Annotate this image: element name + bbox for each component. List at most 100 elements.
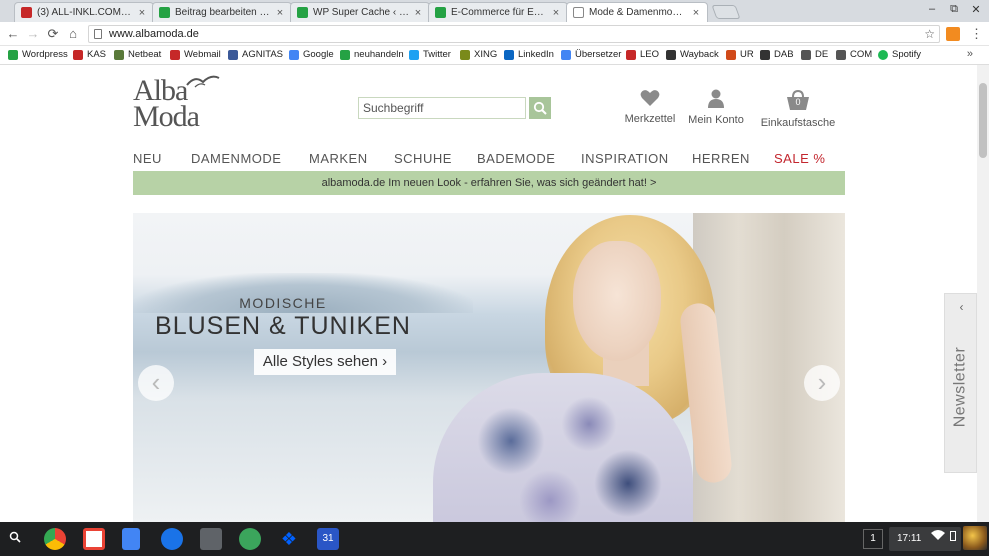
os-shelf: ❖ 31 1 17:11 [0,522,989,556]
close-icon[interactable]: × [551,7,561,19]
bookmark-wayback[interactable]: Wayback [666,49,719,60]
bookmark-uebersetzer[interactable]: Übersetzer [561,49,621,60]
close-icon[interactable]: × [137,7,147,19]
hero-banner[interactable]: MODISCHE BLUSEN & TUNIKEN Alle Styles se… [133,213,845,522]
scrollbar-thumb[interactable] [979,83,987,158]
play-app-icon[interactable] [239,528,261,550]
search-input[interactable]: Suchbegriff [358,97,526,119]
page-info-icon[interactable] [94,29,102,39]
files-app-icon[interactable] [161,528,183,550]
search-icon [533,101,547,115]
bookmark-google[interactable]: Google [289,49,334,60]
nav-item-neu[interactable]: NEU [133,151,162,166]
bookmark-star-icon[interactable]: ☆ [924,26,935,42]
wifi-icon [931,530,945,543]
tab-wp-super-cache[interactable]: WP Super Cache ‹ neuha × [290,2,430,22]
nav-item-herren[interactable]: HERREN [692,151,750,166]
calculator-app-icon[interactable] [200,528,222,550]
url-text: www.albamoda.de [109,28,199,40]
bookmark-dab[interactable]: DAB [760,49,794,60]
webmail-icon [21,7,32,18]
bookmark-linkedin[interactable]: LinkedIn [504,49,554,60]
newsletter-label: Newsletter [951,346,969,428]
address-bar[interactable]: www.albamoda.de ☆ [88,25,940,43]
user-icon [708,89,724,108]
tab-title: (3) ALL-INKL.COM Webm [37,7,133,18]
bookmark-folder-de[interactable]: DE [801,49,828,60]
carousel-prev-button[interactable]: ‹ [138,365,174,401]
extension-icon[interactable] [946,27,960,41]
webmail-icon [170,49,180,60]
restore-icon[interactable]: ⧉ [947,3,961,16]
neuhandeln-icon [435,7,446,18]
dropbox-app-icon[interactable]: ❖ [278,528,300,550]
home-icon[interactable]: ⌂ [66,26,80,42]
bookmark-ur[interactable]: UR [726,49,754,60]
bookmark-wordpress[interactable]: Wordpress [8,49,68,60]
account-button[interactable]: Mein Konto [684,89,748,126]
browser-menu-icon[interactable]: ⋮ [970,26,983,42]
calendar-app-icon[interactable]: 31 [317,528,339,550]
albamoda-logo[interactable]: Alba Moda [133,76,223,133]
minimize-icon[interactable]: ‒ [925,3,939,15]
twitter-icon [409,49,419,60]
back-icon[interactable]: ← [6,26,20,42]
bookmark-twitter[interactable]: Twitter [409,49,451,60]
bookmark-agnitas[interactable]: AGNITAS [228,49,283,60]
chevron-left-icon: ‹ [151,367,161,397]
hero-cta-button[interactable]: Alle Styles sehen › [254,349,396,375]
close-icon[interactable]: × [691,7,701,19]
tab-all-inkl[interactable]: (3) ALL-INKL.COM Webm × [14,2,154,22]
bookmark-kas[interactable]: KAS [73,49,106,60]
promo-banner[interactable]: albamoda.de Im neuen Look - erfahren Sie… [133,171,845,195]
page-scrollbar[interactable] [977,65,989,522]
forward-icon[interactable]: → [26,26,40,42]
close-icon[interactable]: × [413,7,423,19]
bookmark-webmail[interactable]: Webmail [170,49,221,60]
nav-item-bademode[interactable]: BADEMODE [477,151,555,166]
new-tab-button[interactable] [711,5,741,19]
spotify-icon [878,49,888,60]
close-icon[interactable]: × [275,7,285,19]
chevron-right-icon: › [817,367,827,397]
tab-beitrag-bearbeiten[interactable]: Beitrag bearbeiten ‹ neuh × [152,2,292,22]
chrome-app-icon[interactable] [44,528,66,550]
newsletter-tab[interactable]: ‹ Newsletter [944,293,977,473]
more-bookmarks-icon[interactable]: » [967,48,973,60]
tab-e-commerce[interactable]: E-Commerce für Entsche × [428,2,568,22]
wishlist-button[interactable]: Merkzettel [622,89,678,125]
tab-albamoda[interactable]: Mode & Damenmode be × [566,2,708,22]
nav-item-marken[interactable]: MARKEN [309,151,368,166]
tab-title: Beitrag bearbeiten ‹ neuh [175,7,271,18]
nav-item-damenmode[interactable]: DAMENMODE [191,151,281,166]
gmail-app-icon[interactable] [83,528,105,550]
bookmark-xing[interactable]: XING [460,49,497,60]
bookmark-netbeat[interactable]: Netbeat [114,49,161,60]
account-label: Mein Konto [688,114,744,126]
nav-item-inspiration[interactable]: INSPIRATION [581,151,669,166]
launcher-search-icon[interactable] [9,531,21,546]
logo-line-2: Moda [133,100,200,133]
search-button[interactable] [529,97,551,119]
nav-item-sale[interactable]: SALE % [774,151,825,166]
neuhandeln-icon [297,7,308,18]
nav-item-schuhe[interactable]: SCHUHE [394,151,452,166]
cart-button[interactable]: 0 Einkaufstasche [760,89,836,129]
wishlist-label: Merkzettel [624,113,676,125]
carousel-next-button[interactable]: › [804,365,840,401]
heart-icon [640,90,660,106]
bookmark-neuhandeln[interactable]: neuhandeln [340,49,404,60]
wayback-icon [666,49,676,60]
bookmark-folder-com[interactable]: COM [836,49,872,60]
bookmark-leo[interactable]: LEO [626,49,659,60]
agnitas-icon [228,49,238,60]
browser-toolbar: ← → ⟳ ⌂ www.albamoda.de ☆ [0,22,989,46]
user-avatar[interactable] [963,526,987,550]
reload-icon[interactable]: ⟳ [46,26,60,42]
kas-icon [73,49,83,60]
window-count-badge[interactable]: 1 [863,529,883,549]
docs-app-icon[interactable] [122,528,140,550]
close-window-icon[interactable]: ✕ [969,3,983,16]
bookmark-spotify[interactable]: Spotify [878,49,921,60]
clock-text: 17:11 [897,533,922,544]
